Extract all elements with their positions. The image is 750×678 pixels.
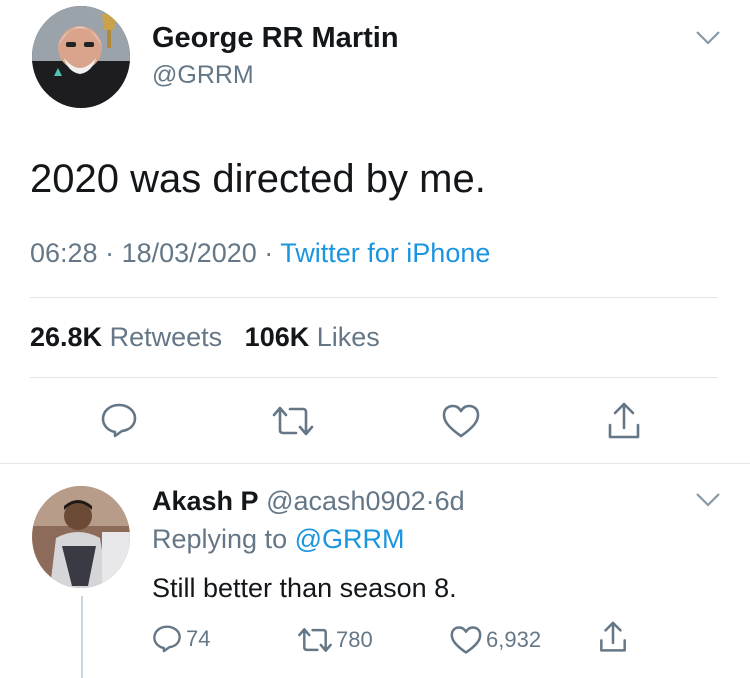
- author-handle[interactable]: @GRRM: [152, 61, 254, 90]
- reply-age: 6d: [434, 486, 465, 516]
- reply-share-icon[interactable]: [598, 620, 628, 654]
- chevron-down-icon[interactable]: [695, 30, 721, 46]
- tweet-text: 2020 was directed by me.: [30, 157, 486, 201]
- reply-text: Still better than season 8.: [152, 573, 457, 603]
- likes-label: Likes: [316, 322, 380, 352]
- reply-icon[interactable]: [100, 402, 138, 438]
- tweet-time: 06:28: [30, 238, 98, 268]
- like-count: 6,932: [486, 627, 542, 652]
- meta-separator: ·: [105, 238, 115, 268]
- reply-chevron-down-icon[interactable]: [695, 492, 721, 508]
- likes-stat[interactable]: 106K Likes: [245, 322, 380, 352]
- reply-author-handle[interactable]: @acash0902: [266, 486, 426, 516]
- replying-to: Replying to @GRRM: [152, 524, 405, 555]
- like-icon[interactable]: [442, 403, 480, 439]
- reply-retweet-action[interactable]: 780: [296, 626, 373, 654]
- divider: [30, 377, 718, 378]
- reply-header: Akash P @acash0902·6d: [152, 486, 465, 517]
- tweet-meta: 06:28 · 18/03/2020 · Twitter for iPhone: [30, 238, 490, 269]
- divider: [30, 297, 718, 298]
- replying-to-handle[interactable]: @GRRM: [295, 524, 405, 554]
- meta-separator: ·: [264, 238, 274, 268]
- share-icon[interactable]: [606, 401, 642, 441]
- tweet-stats: 26.8K Retweets 106K Likes: [30, 322, 380, 353]
- avatar-photo: [32, 6, 130, 108]
- reply-avatar[interactable]: [32, 486, 130, 588]
- retweets-stat[interactable]: 26.8K Retweets: [30, 322, 230, 352]
- retweet-icon: [296, 626, 334, 654]
- like-icon: [450, 625, 482, 655]
- reply-icon: [152, 624, 182, 653]
- reply-thread-line: [81, 596, 83, 678]
- likes-count: 106K: [244, 322, 310, 352]
- reply-reply-action[interactable]: 74: [152, 624, 210, 653]
- author-name[interactable]: George RR Martin: [152, 22, 399, 55]
- tweet-source-link[interactable]: Twitter for iPhone: [280, 238, 490, 268]
- divider: [0, 463, 750, 464]
- tweet-date: 18/03/2020: [121, 238, 257, 268]
- reply-separator: ·: [425, 486, 435, 516]
- reply-count: 74: [186, 625, 211, 651]
- reply-author-name[interactable]: Akash P: [152, 486, 259, 516]
- replying-to-label: Replying to: [152, 524, 288, 554]
- reply-avatar-photo: [32, 486, 130, 588]
- retweets-label: Retweets: [109, 322, 223, 352]
- retweets-count: 26.8K: [30, 322, 103, 352]
- retweet-icon[interactable]: [270, 404, 316, 438]
- reply-like-action[interactable]: 6,932: [450, 625, 541, 655]
- avatar[interactable]: [32, 6, 130, 108]
- retweet-count: 780: [336, 627, 373, 652]
